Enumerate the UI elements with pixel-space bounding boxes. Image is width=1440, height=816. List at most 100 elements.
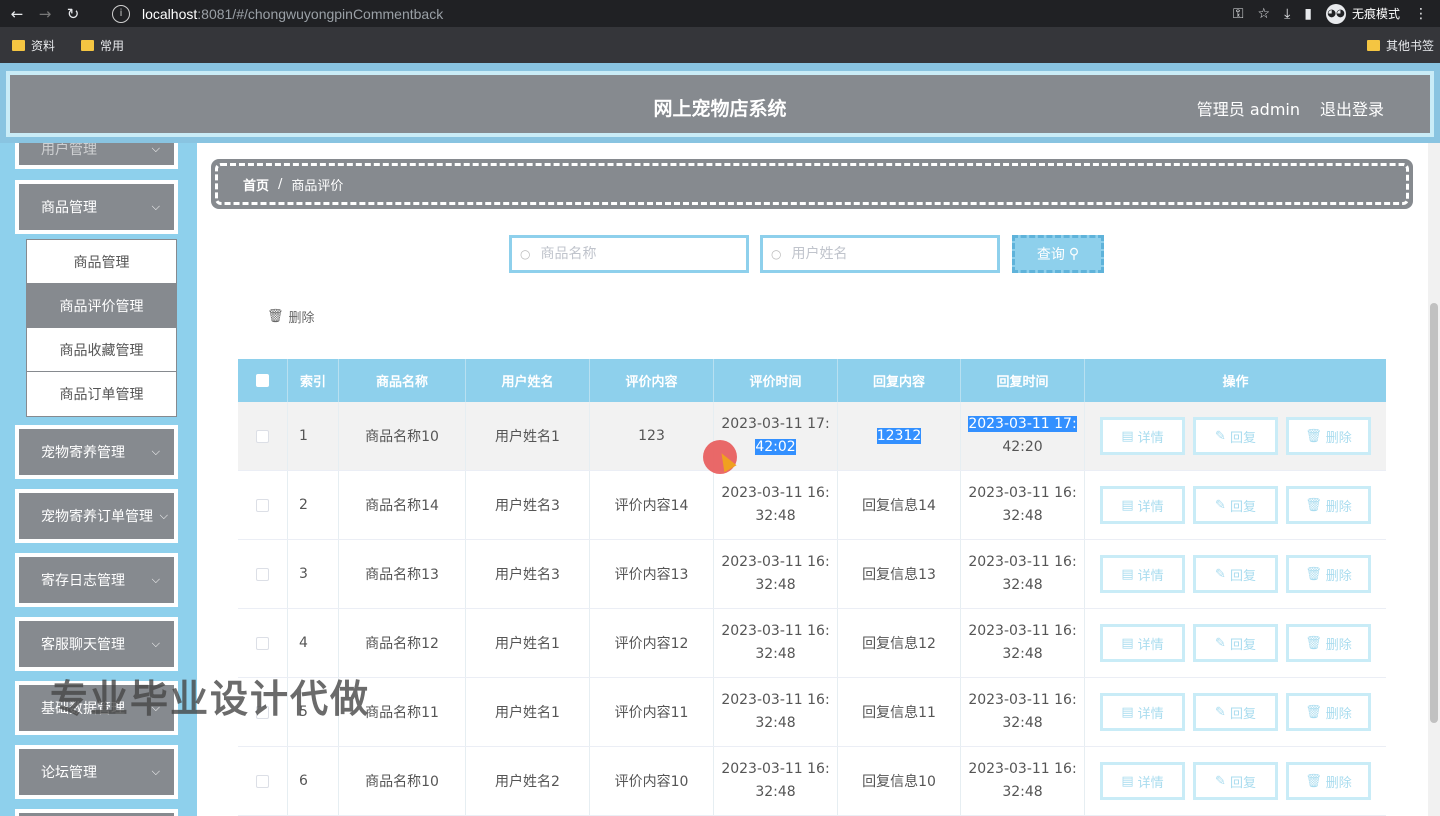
other-bookmarks[interactable]: 其他书签	[1366, 37, 1434, 54]
submenu-item-product-order[interactable]: 商品订单管理	[27, 372, 176, 416]
more-icon[interactable]: ⋮	[1414, 6, 1428, 22]
detail-button[interactable]: ▤ 详情	[1100, 762, 1185, 800]
index-cell: 6	[288, 747, 339, 815]
detail-button[interactable]: ▤ 详情	[1100, 417, 1185, 455]
delete-button[interactable]: 🗑 删除	[1286, 486, 1371, 524]
sidepanel-icon[interactable]: ▮	[1304, 6, 1312, 22]
browser-toolbar: ← → ↻ i localhost:8081/#/chongwuyongpinC…	[0, 0, 1440, 27]
sidebar-menu-chat[interactable]: 客服聊天管理 ⌵	[15, 617, 178, 671]
sidebar-menu-product[interactable]: 商品管理 ⌵	[15, 180, 178, 234]
batch-delete-button[interactable]: 🗑 删除	[267, 307, 315, 326]
column-header: 评价内容	[590, 359, 714, 402]
time-clock: 32:48	[1002, 784, 1043, 800]
reload-icon[interactable]: ↻	[62, 3, 84, 25]
sidebar-menu-forum[interactable]: 论坛管理 ⌵	[15, 745, 178, 799]
reply-content-cell: 回复信息12	[838, 609, 961, 677]
chevron-down-icon: ⌵	[151, 200, 160, 213]
batch-delete-label: 删除	[288, 311, 315, 326]
product-name-search[interactable]: ○	[509, 235, 749, 273]
row-checkbox[interactable]	[256, 498, 269, 512]
detail-button[interactable]: ▤ 详情	[1100, 693, 1185, 731]
reply-button[interactable]: ✎ 回复	[1193, 693, 1278, 731]
download-icon[interactable]: ⤓	[1284, 6, 1290, 22]
reply-label: 回复	[1229, 430, 1256, 446]
detail-button[interactable]: ▤ 详情	[1100, 486, 1185, 524]
detail-button[interactable]: ▤ 详情	[1100, 624, 1185, 662]
reply-content-cell: 回复信息11	[838, 678, 961, 746]
product-name-input[interactable]	[540, 246, 721, 262]
delete-button[interactable]: 🗑 删除	[1286, 693, 1371, 731]
query-button[interactable]: 查询 ⚲	[1012, 235, 1104, 273]
reply-text: 回复信息13	[862, 567, 936, 583]
reply-time-cell: 2023-03-11 17: 42:20	[961, 402, 1085, 470]
submenu-item-product-favorite[interactable]: 商品收藏管理	[27, 328, 176, 372]
time-date: 2023-03-11 16:	[968, 761, 1077, 777]
logout-link[interactable]: 退出登录	[1320, 96, 1384, 120]
time-clock: 32:48	[755, 715, 796, 731]
document-icon: ▤	[1121, 497, 1134, 513]
delete-button[interactable]: 🗑 删除	[1286, 417, 1371, 455]
info-icon[interactable]: i	[112, 4, 130, 23]
breadcrumb-home[interactable]: 首页	[243, 175, 269, 194]
delete-button[interactable]: 🗑 删除	[1286, 624, 1371, 662]
edit-icon: ✎	[1215, 497, 1226, 513]
reply-button[interactable]: ✎ 回复	[1193, 555, 1278, 593]
reply-label: 回复	[1229, 775, 1256, 791]
row-checkbox[interactable]	[256, 567, 269, 581]
reply-content-cell: 回复信息10	[838, 747, 961, 815]
user-name-search[interactable]: ○	[760, 235, 1000, 273]
scroll-thumb[interactable]	[1430, 303, 1438, 723]
page-scrollbar[interactable]	[1428, 143, 1440, 816]
incognito-indicator[interactable]: ◕◕ 无痕模式	[1325, 3, 1400, 24]
actions-cell: ▤ 详情 ✎ 回复 🗑 删除	[1085, 540, 1386, 608]
sidebar-menu-foster-order[interactable]: 宠物寄养订单管理 ⌵	[15, 489, 178, 543]
document-icon: ▤	[1121, 428, 1134, 444]
sidebar-menu-more[interactable]	[15, 809, 178, 816]
menu-label: 宠物寄养管理	[41, 445, 125, 461]
actions-cell: ▤ 详情 ✎ 回复 🗑 删除	[1085, 747, 1386, 815]
time-date: 2023-03-11 17:	[721, 416, 830, 432]
menu-label: 商品管理	[41, 200, 97, 216]
forward-icon[interactable]: →	[34, 3, 56, 25]
key-icon[interactable]: ⚿	[1233, 6, 1244, 22]
row-checkbox[interactable]	[256, 429, 269, 443]
detail-label: 详情	[1137, 499, 1164, 515]
submenu-item-product-comment[interactable]: 商品评价管理	[27, 284, 176, 328]
bookmarks-bar: 资料 常用 其他书签	[0, 27, 1440, 63]
sidebar-menu-storage-log[interactable]: 寄存日志管理 ⌵	[15, 553, 178, 607]
reply-button[interactable]: ✎ 回复	[1193, 762, 1278, 800]
delete-button[interactable]: 🗑 删除	[1286, 555, 1371, 593]
sidebar-menu-foster[interactable]: 宠物寄养管理 ⌵	[15, 425, 178, 479]
row-select-cell	[238, 747, 288, 815]
select-all-checkbox[interactable]	[256, 374, 269, 387]
delete-button[interactable]: 🗑 删除	[1286, 762, 1371, 800]
menu-label: 论坛管理	[41, 765, 97, 781]
detail-label: 详情	[1137, 706, 1164, 722]
time-date: 2023-03-11 17:	[968, 416, 1077, 432]
star-icon[interactable]: ☆	[1258, 6, 1271, 22]
reply-button[interactable]: ✎ 回复	[1193, 624, 1278, 662]
address-bar[interactable]: i localhost:8081/#/chongwuyongpinComment…	[106, 0, 1206, 27]
column-header: 回复时间	[961, 359, 1085, 402]
url-text[interactable]: localhost:8081/#/chongwuyongpinCommentba…	[142, 6, 443, 22]
edit-icon: ✎	[1215, 635, 1226, 651]
user-name-cell: 用户姓名3	[466, 540, 590, 608]
sidebar-menu-user[interactable]: 用户管理 ⌵	[15, 143, 178, 169]
reply-text: 回复信息10	[862, 774, 936, 790]
reply-button[interactable]: ✎ 回复	[1193, 486, 1278, 524]
row-checkbox[interactable]	[256, 774, 269, 788]
detail-button[interactable]: ▤ 详情	[1100, 555, 1185, 593]
reply-text: 12312	[876, 428, 922, 444]
select-all-cell	[238, 359, 288, 402]
time-clock: 32:48	[1002, 646, 1043, 662]
reply-button[interactable]: ✎ 回复	[1193, 417, 1278, 455]
row-checkbox[interactable]	[256, 636, 269, 650]
product-name-cell: 商品名称12	[339, 609, 466, 677]
reply-content-cell: 回复信息14	[838, 471, 961, 539]
back-icon[interactable]: ←	[6, 3, 28, 25]
bookmark-folder[interactable]: 资料	[12, 37, 55, 54]
search-icon: ○	[520, 247, 531, 261]
bookmark-folder[interactable]: 常用	[81, 37, 124, 54]
user-name-input[interactable]	[791, 246, 972, 262]
submenu-item-product[interactable]: 商品管理	[27, 240, 176, 284]
